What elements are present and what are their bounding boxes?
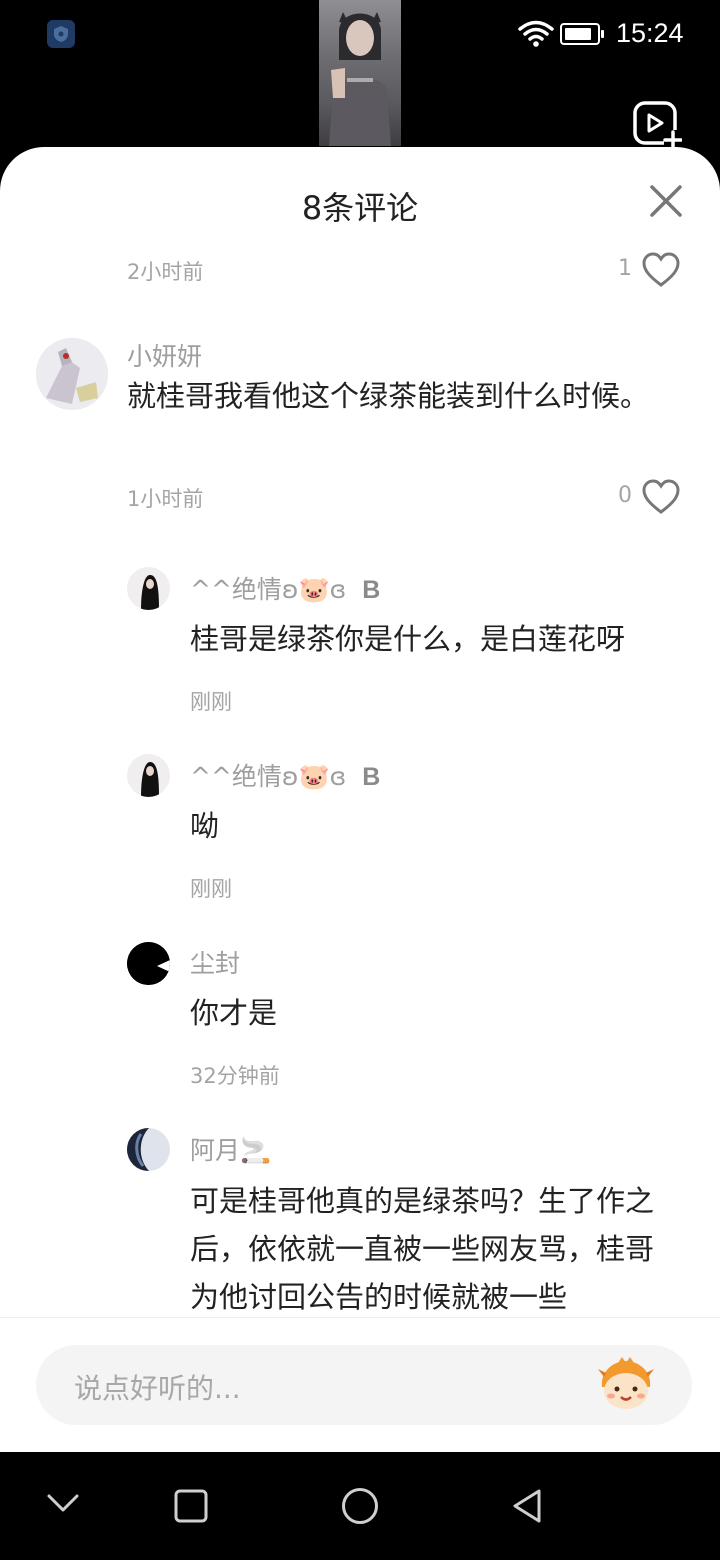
comment-time: 2小时前: [127, 260, 204, 284]
status-time: 15:24: [616, 18, 684, 48]
back-icon[interactable]: [510, 1488, 544, 1524]
comment-input-bar: 说点好听的...: [0, 1317, 720, 1452]
avatar[interactable]: [127, 942, 170, 985]
comment-text: 就桂哥我看他这个绿茶能装到什么时候。: [127, 379, 650, 413]
comment-time: 1小时前: [127, 487, 204, 511]
wifi-icon: [518, 20, 554, 47]
reply-author[interactable]: ^^绝情ʚ🐷ɞ B: [190, 570, 380, 606]
fan-badge: B: [362, 763, 381, 791]
reply-time: 刚刚: [190, 877, 232, 901]
avatar[interactable]: [127, 754, 170, 797]
fan-badge: B: [362, 576, 381, 604]
reply-text: 呦: [190, 809, 220, 843]
reply-text: 桂哥是绿茶你是什么，是白莲花呀: [190, 622, 626, 656]
comment-author[interactable]: 小妍妍: [127, 337, 202, 373]
reply-text: 可是桂哥他真的是绿茶吗？生了作之后，依依就一直被一些网友骂，桂哥为他讨回公告的时…: [190, 1184, 655, 1314]
video-thumbnail[interactable]: [319, 0, 401, 146]
comment-list[interactable]: 2小时前 1 小妍妍 就桂哥我看他这个绿茶能装到什么时候。 1小时前 0 ^^绝…: [0, 242, 720, 1317]
recent-apps-icon[interactable]: [174, 1489, 208, 1523]
reply-author[interactable]: 尘封: [190, 944, 240, 980]
avatar[interactable]: [127, 567, 170, 610]
reply-time: 刚刚: [190, 690, 232, 714]
home-icon[interactable]: [341, 1487, 379, 1525]
comments-sheet: 8条评论 2小时前 1 小妍妍 就桂哥我看他这个绿茶能装到什么时候。 1小时前 …: [0, 147, 720, 1452]
navigation-bar: [0, 1452, 720, 1560]
reply-text: 你才是: [190, 996, 278, 1030]
reply-author[interactable]: ^^绝情ʚ🐷ɞ B: [190, 757, 380, 793]
avatar[interactable]: [127, 1128, 170, 1171]
close-icon[interactable]: [646, 181, 686, 221]
comment-input[interactable]: 说点好听的...: [36, 1345, 692, 1425]
like-count: 0: [618, 483, 632, 508]
avatar[interactable]: [36, 338, 108, 410]
heart-icon[interactable]: [641, 252, 681, 288]
reply-time: 32分钟前: [190, 1064, 280, 1088]
heart-icon[interactable]: [641, 479, 681, 515]
like-count: 1: [618, 256, 632, 281]
sheet-title: 8条评论: [301, 189, 419, 227]
battery-icon: [560, 23, 604, 45]
security-shield-icon: [47, 20, 75, 48]
hide-keyboard-chevron-icon[interactable]: [46, 1492, 80, 1514]
add-video-icon[interactable]: [632, 100, 682, 150]
reply-author[interactable]: 阿月🚬: [190, 1131, 271, 1167]
emoji-icon[interactable]: [594, 1357, 658, 1413]
input-placeholder: 说点好听的...: [74, 1372, 241, 1405]
